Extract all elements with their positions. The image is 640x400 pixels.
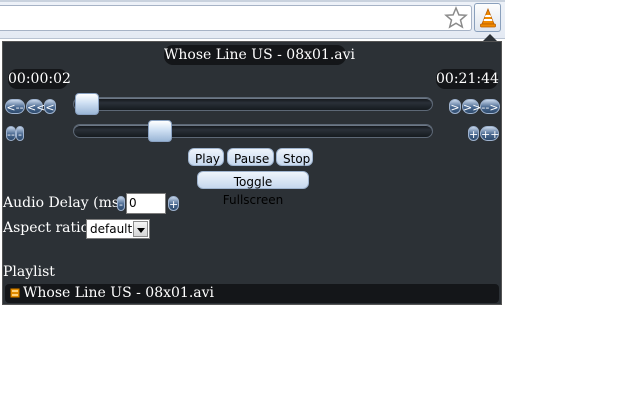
volume-slider-handle[interactable] bbox=[148, 120, 172, 142]
video-file-icon bbox=[10, 288, 20, 298]
toggle-fullscreen-button[interactable]: Toggle Fullscreen bbox=[197, 171, 309, 207]
volume-down-button[interactable]: - bbox=[16, 126, 24, 141]
audio-delay-minus-button[interactable]: - bbox=[117, 196, 125, 211]
playlist-heading: Playlist bbox=[3, 264, 55, 280]
total-time: 00:21:44 bbox=[436, 69, 499, 89]
seek-forward-short-button[interactable]: > bbox=[449, 99, 461, 114]
volume-up-large-button[interactable]: ++ bbox=[480, 126, 499, 141]
current-time: 00:00:02 bbox=[8, 69, 71, 89]
playlist-item[interactable]: Whose Line US - 08x01.avi bbox=[5, 284, 499, 303]
playlist-item-label: Whose Line US - 08x01.avi bbox=[23, 285, 215, 301]
volume-down-large-button[interactable]: -- bbox=[6, 126, 16, 141]
star-icon[interactable] bbox=[444, 6, 468, 30]
vlc-remote-panel: Whose Line US - 08x01.avi 00:00:02 00:21… bbox=[2, 41, 502, 305]
pause-button[interactable]: Pause bbox=[227, 148, 274, 166]
seek-back-short-button[interactable]: < bbox=[44, 99, 56, 114]
popup-caret bbox=[483, 34, 497, 41]
audio-delay-input[interactable]: 0 bbox=[126, 193, 166, 214]
play-button[interactable]: Play bbox=[188, 148, 224, 166]
media-title: Whose Line US - 08x01.avi bbox=[164, 45, 356, 65]
audio-delay-plus-button[interactable]: + bbox=[168, 196, 179, 211]
vlc-extension-button[interactable] bbox=[474, 3, 501, 32]
aspect-ratio-select[interactable]: default bbox=[86, 219, 150, 239]
browser-toolbar bbox=[0, 0, 505, 39]
vlc-cone-icon bbox=[480, 8, 496, 28]
aspect-ratio-value: default bbox=[90, 222, 133, 236]
seek-slider-handle[interactable] bbox=[75, 93, 99, 115]
volume-slider-track[interactable] bbox=[73, 124, 433, 138]
seek-forward-long-button[interactable]: --> bbox=[480, 99, 500, 114]
address-bar[interactable] bbox=[0, 5, 472, 31]
aspect-ratio-label: Aspect ratio: bbox=[3, 220, 94, 236]
toolbar-top-line bbox=[0, 0, 505, 2]
seek-forward-medium-button[interactable]: >> bbox=[462, 99, 481, 114]
stop-button[interactable]: Stop bbox=[276, 148, 313, 166]
chevron-down-icon[interactable] bbox=[133, 221, 148, 237]
seek-back-long-button[interactable]: <-- bbox=[5, 99, 25, 114]
seek-slider-track[interactable] bbox=[73, 97, 433, 111]
volume-up-button[interactable]: + bbox=[468, 126, 479, 141]
seek-back-medium-button[interactable]: << bbox=[26, 99, 45, 114]
audio-delay-label: Audio Delay (ms): bbox=[3, 195, 130, 211]
